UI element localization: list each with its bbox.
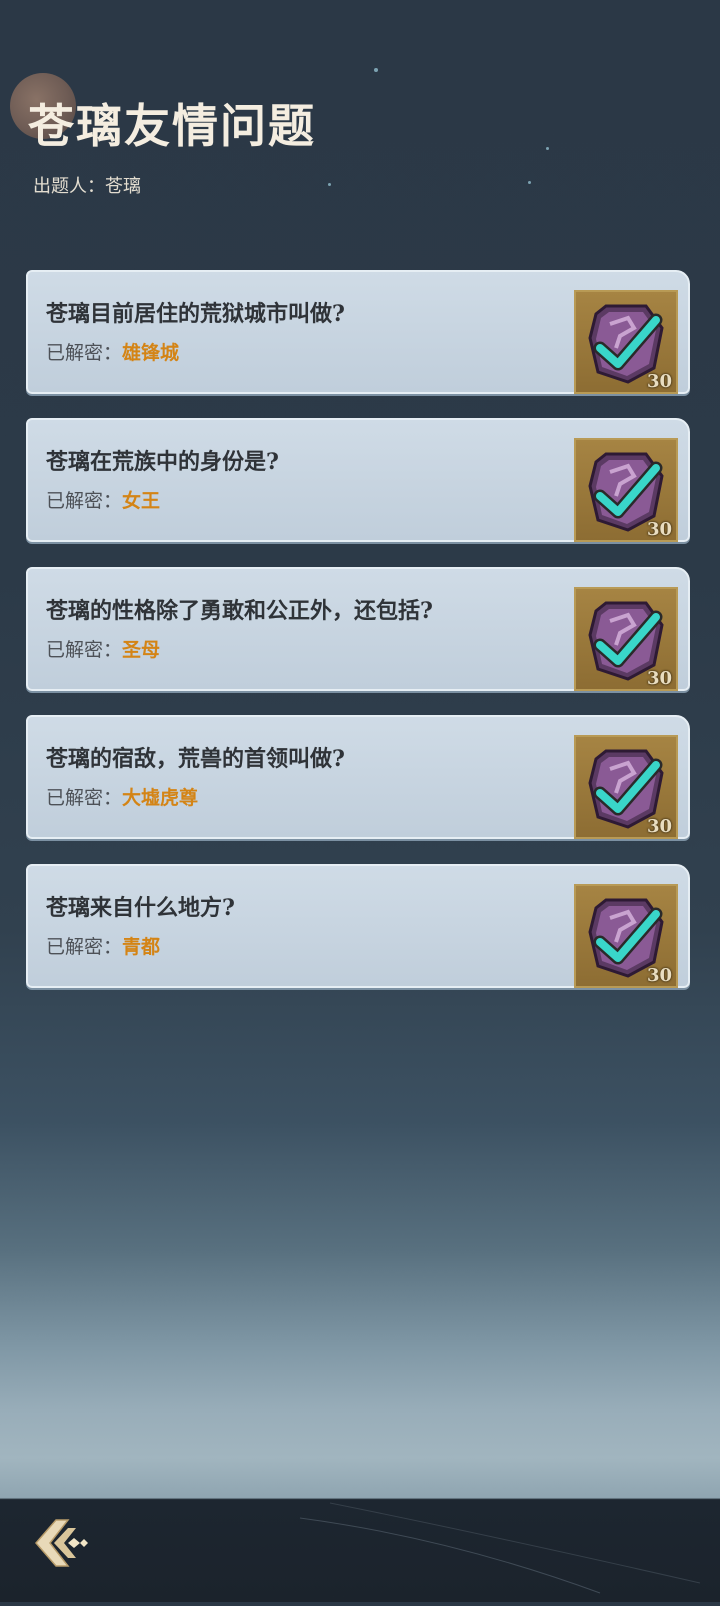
answer-label: 已解密： [46,639,123,661]
answer-row: 已解密：大墟虎尊 [46,783,198,810]
reward-count: 30 [646,668,672,689]
star-decoration [546,147,549,150]
answer-value: 圣母 [122,639,161,661]
question-setter: 出题人：苍璃 [33,176,141,197]
question-text: 苍璃目前居住的荒狱城市叫做? [46,301,345,327]
question-text: 苍璃的性格除了勇敢和公正外，还包括? [46,598,433,624]
star-decoration [374,68,378,72]
answer-row: 已解密：雄锋城 [46,338,179,365]
answer-row: 已解密：圣母 [46,635,160,662]
question-card[interactable]: 苍璃的性格除了勇敢和公正外，还包括? 已解密：圣母 30 [26,567,690,691]
reward-badge[interactable]: 30 [574,438,678,542]
reward-badge[interactable]: 30 [574,884,678,988]
answer-value: 青都 [122,936,161,958]
question-card[interactable]: 苍璃目前居住的荒狱城市叫做? 已解密：雄锋城 30 [26,270,690,394]
answer-label: 已解密： [46,342,123,364]
reward-badge[interactable]: 30 [574,735,678,839]
answer-value: 大墟虎尊 [122,787,199,809]
page-title: 苍璃友情问题 [28,99,316,153]
reward-badge[interactable]: 30 [574,290,678,394]
star-decoration [528,181,531,184]
answer-label: 已解密： [46,936,123,958]
question-card[interactable]: 苍璃在荒族中的身份是? 已解密：女王 30 [26,418,690,542]
reward-count: 30 [646,519,672,540]
reward-count: 30 [646,816,672,837]
question-card[interactable]: 苍璃的宿敌，荒兽的首领叫做? 已解密：大墟虎尊 30 [26,715,690,839]
question-text: 苍璃的宿敌，荒兽的首领叫做? [46,746,345,772]
question-text: 苍璃来自什么地方? [46,895,235,921]
answer-value: 女王 [122,490,161,512]
reward-count: 30 [646,965,672,986]
question-card[interactable]: 苍璃来自什么地方? 已解密：青都 30 [26,864,690,988]
answer-label: 已解密： [46,490,123,512]
back-arrow-icon [35,1519,88,1567]
answer-label: 已解密： [46,787,123,809]
back-button[interactable] [28,1508,98,1578]
reward-count: 30 [646,371,672,392]
bottom-bar [0,1498,720,1602]
answer-value: 雄锋城 [122,342,180,364]
answer-row: 已解密：青都 [46,932,160,959]
question-text: 苍璃在荒族中的身份是? [46,449,279,475]
bottom-bar-decoration [299,1502,701,1594]
star-decoration [328,183,331,186]
answer-row: 已解密：女王 [46,486,160,513]
reward-badge[interactable]: 30 [574,587,678,691]
